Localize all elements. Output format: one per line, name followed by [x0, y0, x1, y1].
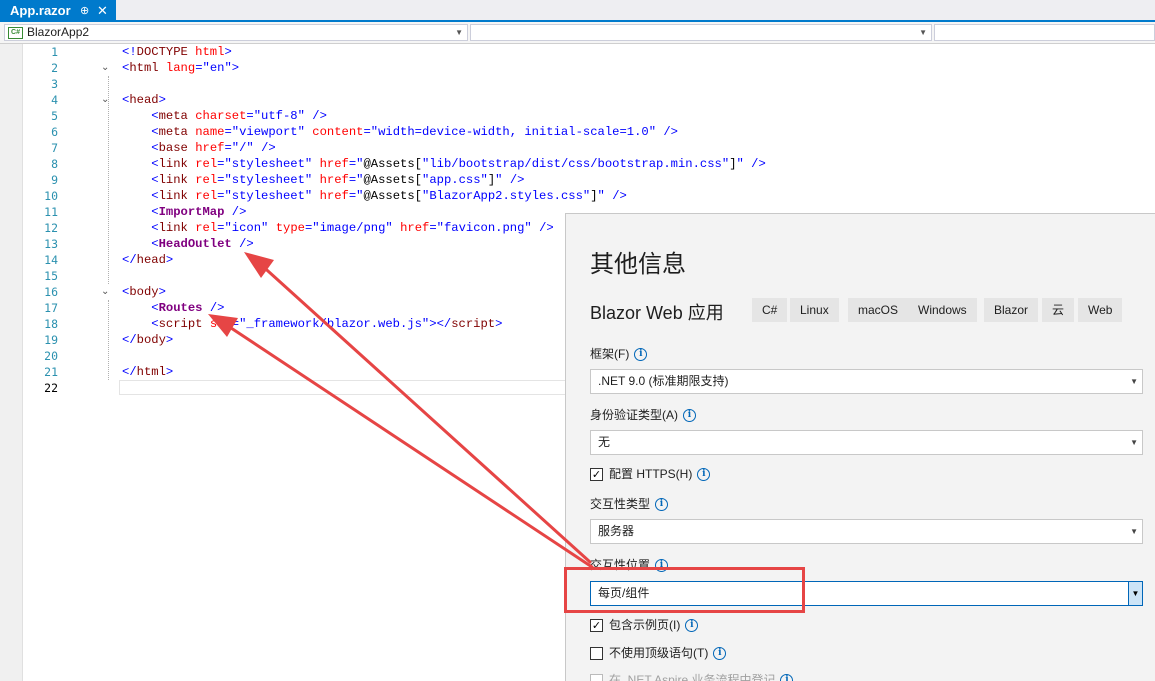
csharp-project-icon: C#	[8, 27, 23, 39]
line-number: 22	[44, 381, 58, 395]
info-icon[interactable]: i	[683, 409, 696, 423]
annotation-highlight-box	[564, 567, 805, 613]
line-number: 4	[51, 93, 58, 107]
framework-label-row: 框架(F) i	[590, 345, 648, 362]
line-number: 17	[44, 301, 58, 315]
tag-chip: Windows	[908, 298, 977, 322]
framework-label: 框架(F)	[590, 347, 630, 361]
line-number: 15	[44, 269, 58, 283]
chevron-down-icon: ▼	[1130, 377, 1138, 386]
line-number: 5	[51, 109, 58, 123]
tab-title: App.razor	[10, 3, 71, 18]
tag-chip: macOS	[848, 298, 909, 322]
info-icon[interactable]: i	[655, 498, 669, 512]
interactivity-type-label: 交互性类型	[590, 497, 651, 511]
info-icon[interactable]: i	[685, 619, 699, 633]
info-icon[interactable]: i	[713, 647, 727, 661]
line-number: 6	[51, 125, 58, 139]
collapse-icon[interactable]: ⌄	[101, 94, 109, 106]
interactivity-type-select[interactable]: 服务器 ▼	[590, 519, 1143, 544]
code-line: 6 <meta name="viewport" content="width=d…	[0, 124, 1155, 140]
auth-label: 身份验证类型(A)	[590, 408, 678, 422]
top-level-checkbox-row[interactable]: 不使用顶级语句(T) i	[590, 645, 727, 661]
sample-pages-label: 包含示例页(I)	[609, 618, 681, 632]
code-line: 1 <!DOCTYPE html>	[0, 44, 1155, 60]
auth-label-row: 身份验证类型(A) i	[590, 406, 696, 423]
collapse-icon[interactable]: ⌄	[101, 62, 109, 74]
interactivity-type-label-row: 交互性类型 i	[590, 495, 669, 512]
https-checkbox-row[interactable]: ✓ 配置 HTTPS(H) i	[590, 466, 711, 482]
code-line: 9 <link rel="stylesheet" href="@Assets["…	[0, 172, 1155, 188]
pin-icon[interactable]: ⊕	[80, 0, 89, 22]
code-line: 3	[0, 76, 1155, 92]
aspire-checkbox-row[interactable]: 在 .NET Aspire 业务流程中登记 i	[590, 672, 794, 681]
project-dropdown[interactable]: C# BlazorApp2 ▼	[4, 24, 468, 41]
top-level-checkbox[interactable]	[590, 647, 603, 661]
type-dropdown[interactable]: ▼	[470, 24, 932, 41]
tag-chip: Linux	[790, 298, 839, 322]
line-number: 11	[44, 205, 58, 219]
project-name: BlazorApp2	[27, 25, 90, 39]
document-tab-strip: App.razor ⊕ ✕	[0, 0, 1155, 22]
line-number: 21	[44, 365, 58, 379]
info-icon[interactable]: i	[780, 674, 794, 681]
framework-value: .NET 9.0 (标准期限支持)	[598, 374, 729, 388]
dialog-title: 其他信息	[590, 251, 686, 278]
line-number: 10	[44, 189, 58, 203]
navigation-bar: C# BlazorApp2 ▼ ▼	[0, 22, 1155, 44]
info-icon[interactable]: i	[634, 348, 648, 362]
line-number: 14	[44, 253, 58, 267]
line-number: 3	[51, 77, 58, 91]
member-dropdown[interactable]	[934, 24, 1155, 41]
line-number: 12	[44, 221, 58, 235]
line-number: 7	[51, 141, 58, 155]
top-level-label: 不使用顶级语句(T)	[609, 646, 709, 660]
interactivity-type-value: 服务器	[598, 524, 635, 538]
code-line: 10 <link rel="stylesheet" href="@Assets[…	[0, 188, 1155, 204]
line-number: 8	[51, 157, 58, 171]
auth-select[interactable]: 无 ▼	[590, 430, 1143, 455]
sample-pages-checkbox[interactable]: ✓	[590, 619, 603, 633]
sample-pages-checkbox-row[interactable]: ✓ 包含示例页(I) i	[590, 617, 699, 633]
tag-chip: 云	[1042, 298, 1075, 322]
chevron-down-icon: ▼	[919, 28, 927, 37]
auth-value: 无	[598, 435, 611, 449]
chevron-down-icon: ▼	[1130, 438, 1138, 447]
code-line: 2 ⌄ <html lang="en">	[0, 60, 1155, 76]
info-icon[interactable]: i	[697, 468, 711, 482]
line-number: 9	[51, 173, 58, 187]
line-number: 19	[44, 333, 58, 347]
chevron-down-icon: ▼	[1130, 527, 1138, 536]
template-name: Blazor Web 应用	[590, 303, 724, 323]
line-number: 2	[51, 61, 58, 75]
code-line: 5 <meta charset="utf-8" />	[0, 108, 1155, 124]
line-number: 1	[51, 45, 58, 59]
https-label: 配置 HTTPS(H)	[609, 467, 693, 481]
tag-chip: Blazor	[984, 298, 1039, 322]
framework-select[interactable]: .NET 9.0 (标准期限支持) ▼	[590, 369, 1143, 394]
code-line: 4 ⌄ <head>	[0, 92, 1155, 108]
https-checkbox[interactable]: ✓	[590, 468, 603, 482]
close-icon[interactable]: ✕	[97, 0, 108, 22]
tag-chip: C#	[752, 298, 788, 322]
tag-chip: Web	[1078, 298, 1123, 322]
code-line: 8 <link rel="stylesheet" href="@Assets["…	[0, 156, 1155, 172]
line-number: 20	[44, 349, 58, 363]
chevron-down-icon: ▼	[455, 28, 463, 37]
line-number: 16	[44, 285, 58, 299]
chevron-down-icon[interactable]: ▼	[1128, 582, 1142, 605]
aspire-label: 在 .NET Aspire 业务流程中登记	[609, 673, 776, 681]
line-number: 13	[44, 237, 58, 251]
line-number: 18	[44, 317, 58, 331]
code-line: 7 <base href="/" />	[0, 140, 1155, 156]
collapse-icon[interactable]: ⌄	[101, 286, 109, 298]
tab-app-razor[interactable]: App.razor ⊕ ✕	[0, 0, 116, 22]
aspire-checkbox[interactable]	[590, 674, 603, 681]
